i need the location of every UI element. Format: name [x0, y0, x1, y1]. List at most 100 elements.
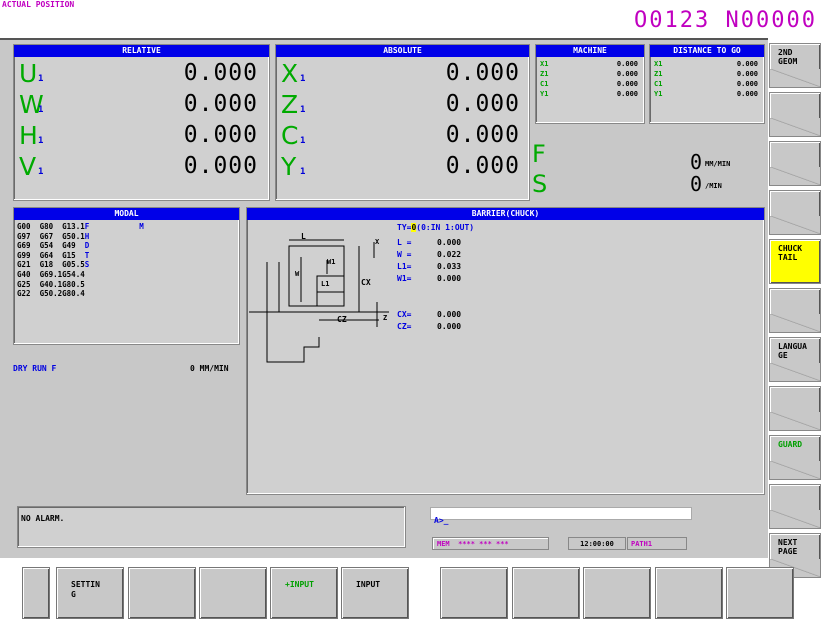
barrier-param-row: L1= 0.033 [397, 261, 547, 273]
barrier-param-name: CX= [397, 310, 412, 319]
modal-row: G99 G64 G15 T [17, 251, 239, 261]
barrier-param-name: W = [397, 250, 412, 259]
distance-to-go-axis: X1 [654, 60, 663, 68]
dry-run-value: 0 MM/MIN [190, 364, 229, 373]
program-number: O0123 N00000 [634, 8, 817, 33]
absolute-axis-value: 0.000 [445, 122, 520, 148]
right-softkey[interactable]: 2ND GEOM [769, 43, 821, 88]
distance-to-go-row: Z1 0.000 [650, 69, 764, 79]
softkey-bevel [770, 118, 820, 136]
modal-codes: G25 G40.1G80.5 [17, 279, 85, 289]
right-softkey[interactable] [769, 141, 821, 186]
absolute-axis-row: C 1 0.000 [281, 121, 526, 150]
distance-to-go-value: 0.000 [736, 80, 758, 88]
distance-to-go-value: 0.000 [736, 60, 758, 68]
barrier-panel: BARRIER(CHUCK) L W W1 L1 CX CZ X Z TY=0(… [246, 207, 765, 495]
path-status: PATH1 [627, 537, 687, 550]
barrier-header: BARRIER(CHUCK) [247, 208, 764, 220]
right-softkey[interactable]: LANGUA GE [769, 337, 821, 382]
barrier-param-value[interactable]: 0.000 [437, 321, 461, 333]
right-softkey-label: NEXT PAGE [778, 538, 798, 556]
distance-to-go-row: X1 0.000 [650, 59, 764, 69]
relative-axis-subscript: 1 [38, 105, 44, 115]
bottom-softkey[interactable]: +INPUT [270, 567, 338, 619]
input-prompt-field[interactable]: A>_ [430, 507, 692, 525]
feed-unit: MM/MIN [705, 160, 731, 168]
absolute-panel: ABSOLUTE X 1 0.000 Z 1 0.000 C 1 0.000 Y 1 0.000 [275, 44, 530, 201]
bottom-softkey[interactable]: INPUT [341, 567, 409, 619]
modal-address: T [84, 250, 90, 260]
feed-label: F [532, 140, 546, 168]
barrier-param-name: W1= [397, 274, 412, 283]
absolute-axis-value: 0.000 [445, 153, 520, 179]
barrier-param-value[interactable]: 0.022 [437, 249, 461, 261]
right-softkey[interactable] [769, 190, 821, 235]
barrier-param-value[interactable]: 0.000 [437, 309, 461, 321]
modal-codes: G21 G18 G05.5 [17, 260, 85, 270]
machine-panel: MACHINE X1 0.000 Z1 0.000 C1 0.000 Y1 0.000 [535, 44, 645, 124]
distance-to-go-axis: C1 [654, 80, 663, 88]
distance-to-go-header: DISTANCE TO GO [650, 45, 764, 57]
right-softkey[interactable] [769, 288, 821, 333]
bottom-softkey[interactable] [199, 567, 267, 619]
machine-axis: Y1 [540, 90, 549, 98]
diagram-label-x: X [375, 238, 380, 246]
barrier-type-line: TY=0(0:IN 1:OUT) [397, 223, 475, 232]
softkey-bevel [770, 216, 820, 234]
barrier-param-value[interactable]: 0.033 [437, 261, 461, 273]
relative-axis-value: 0.000 [183, 153, 258, 179]
absolute-axis-subscript: 1 [300, 136, 306, 146]
right-softkey[interactable]: GUARD [769, 435, 821, 480]
spindle-value: 0 [690, 172, 703, 196]
right-softkey[interactable]: CHUCK TAIL [769, 239, 821, 284]
alarm-message: NO ALARM. [21, 514, 65, 523]
barrier-param-row: CX= 0.000 [397, 309, 547, 321]
barrier-param-value[interactable]: 0.000 [437, 273, 461, 285]
relative-axis-value: 0.000 [183, 60, 258, 86]
absolute-axis-row: Y 1 0.000 [281, 152, 526, 181]
dry-run-label: DRY RUN F [13, 364, 57, 373]
bottom-softkey[interactable] [128, 567, 196, 619]
spindle-label: S [532, 170, 548, 198]
bottom-softkey[interactable] [583, 567, 651, 619]
right-softkey[interactable] [769, 386, 821, 431]
distance-to-go-row: C1 0.000 [650, 79, 764, 89]
modal-address: S [84, 260, 90, 270]
machine-axis: X1 [540, 60, 549, 68]
diagram-label-cz: CZ [337, 315, 347, 324]
bottom-softkey[interactable] [726, 567, 794, 619]
softkey-bevel [770, 69, 820, 87]
right-softkey[interactable] [769, 484, 821, 529]
softkey-bevel [770, 412, 820, 430]
machine-row: C1 0.000 [536, 79, 644, 89]
relative-axis-row: U 1 0.000 [19, 59, 264, 88]
bottom-softkey[interactable] [440, 567, 508, 619]
bottom-softkey[interactable] [22, 567, 50, 619]
distance-to-go-value: 0.000 [736, 70, 758, 78]
modal-codes: G00 G80 G13.1 [17, 222, 85, 231]
relative-axis-value: 0.000 [183, 91, 258, 117]
modal-row: G00 G80 G13.1F M [17, 222, 239, 232]
bottom-softkey[interactable] [655, 567, 723, 619]
bottom-softkey[interactable]: SETTIN G [56, 567, 124, 619]
machine-header: MACHINE [536, 45, 644, 57]
diagram-label-l1: L1 [321, 280, 330, 288]
spindle-unit: /MIN [705, 182, 722, 190]
machine-value: 0.000 [616, 60, 638, 68]
modal-address: H [84, 231, 90, 241]
right-softkey-label: LANGUA GE [778, 342, 807, 360]
relative-axis-subscript: 1 [38, 167, 44, 177]
right-softkey[interactable] [769, 92, 821, 137]
right-softkey-label: 2ND GEOM [778, 48, 798, 66]
bottom-softkey[interactable] [512, 567, 580, 619]
modal-codes: G97 G67 G50.1 [17, 231, 85, 241]
machine-row: X1 0.000 [536, 59, 644, 69]
distance-to-go-axis: Y1 [654, 90, 663, 98]
modal-row: G40 G69.1G54.4 [17, 270, 239, 280]
modal-codes: G40 G69.1G54.4 [17, 269, 85, 279]
machine-axis: Z1 [540, 70, 549, 78]
barrier-param-value[interactable]: 0.000 [437, 237, 461, 249]
barrier-param-name: L = [397, 238, 412, 247]
machine-value: 0.000 [616, 90, 638, 98]
absolute-axis-row: Z 1 0.000 [281, 90, 526, 119]
